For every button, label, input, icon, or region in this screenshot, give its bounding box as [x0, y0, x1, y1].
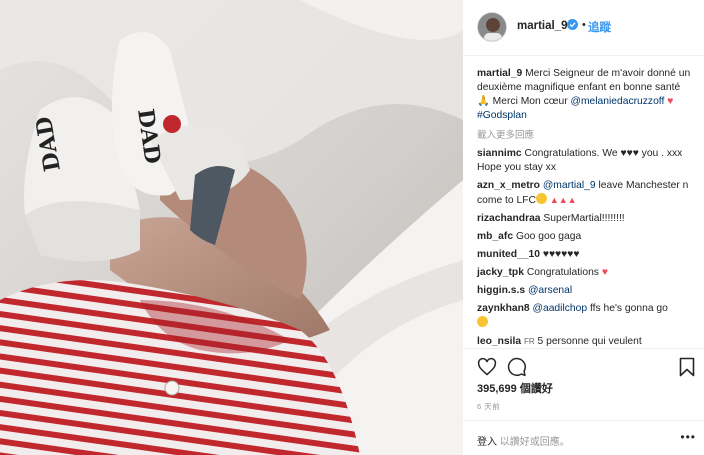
instagram-post: DAD DAD martial_9 • 追蹤 martial_9 Merci S…	[0, 0, 704, 455]
login-prompt-text: 以讚好或回應。	[499, 437, 570, 448]
comment-item: mb_afc Goo goo gaga	[477, 230, 694, 244]
comment-text: ♥♥♥♥♥♥	[542, 249, 580, 260]
avatar-image	[478, 13, 506, 41]
post-caption: martial_9 Merci Seigneur de m'avoir donn…	[477, 67, 694, 123]
avatar[interactable]	[477, 12, 507, 42]
comments-list[interactable]: martial_9 Merci Seigneur de m'avoir donn…	[463, 56, 704, 348]
comment-text: SuperMartial!!!!!!!!	[543, 213, 625, 224]
comment-mention[interactable]: @arsenal	[528, 285, 572, 296]
comment-text: ffs he's gonna go	[589, 303, 668, 314]
comment-mention[interactable]: @aadilchop	[533, 303, 588, 314]
load-more-comments[interactable]: 載入更多回應	[477, 127, 694, 141]
comment-username[interactable]: mb_afc	[477, 231, 513, 242]
comment-item: jacky_tpk Congratulations ♥	[477, 266, 694, 280]
caption-hashtag[interactable]: #Godsplan	[477, 110, 527, 121]
post-photo[interactable]: DAD DAD	[0, 0, 463, 455]
likes-number: 395,699	[477, 383, 517, 395]
heart-icon[interactable]	[477, 357, 497, 377]
caption-username[interactable]: martial_9	[477, 68, 522, 79]
baby-feet-photo: DAD DAD	[0, 0, 463, 455]
likes-label: 個讚好	[519, 383, 553, 395]
comment-item: munited__10 ♥♥♥♥♥♥	[477, 248, 694, 262]
post-header: martial_9 • 追蹤	[463, 0, 704, 56]
comment-username[interactable]: leo_nsila	[477, 336, 521, 347]
add-comment-section: 登入 以讚好或回應。 •••	[463, 420, 704, 455]
follow-button[interactable]: 追蹤	[588, 19, 611, 35]
comment-item: leo_nsila FR 5 personne qui veulent	[477, 335, 694, 348]
post-timestamp[interactable]: 6 天前	[477, 401, 500, 412]
comment-username[interactable]: zaynkhan8	[477, 303, 530, 314]
more-options-icon[interactable]: •••	[680, 430, 696, 444]
login-link[interactable]: 登入	[477, 437, 497, 448]
comment-text: 5 personne qui veulent	[537, 336, 642, 347]
login-prompt: 登入 以讚好或回應。	[477, 433, 570, 448]
red-triangle-icon: ▲▲▲	[549, 195, 577, 205]
comment-username[interactable]: azn_x_metro	[477, 180, 540, 191]
comment-username[interactable]: rizachandraa	[477, 213, 541, 224]
comment-username[interactable]: siannimc	[477, 148, 522, 159]
caption-mention[interactable]: @melaniedacruzzoff	[571, 96, 665, 107]
post-side-panel: martial_9 • 追蹤 martial_9 Merci Seigneur …	[463, 0, 704, 455]
likes-count[interactable]: 395,699 個讚好	[477, 380, 553, 396]
laughing-face-icon	[477, 316, 488, 327]
comment-mention[interactable]: @martial_9	[543, 180, 596, 191]
comment-text: Goo goo gaga	[515, 231, 582, 242]
comment-username[interactable]: jacky_tpk	[477, 267, 524, 278]
comment-item: rizachandraa SuperMartial!!!!!!!!	[477, 212, 694, 226]
comment-username[interactable]: higgin.s.s	[477, 285, 525, 296]
comment-username[interactable]: munited__10	[477, 249, 540, 260]
language-tag: FR	[523, 337, 535, 346]
comment-item: higgin.s.s @arsenal	[477, 284, 694, 298]
bookmark-icon[interactable]	[679, 357, 695, 377]
header-separator: •	[582, 19, 586, 31]
comment-item: zaynkhan8 @aadilchop ffs he's gonna go	[477, 302, 694, 331]
action-bar	[463, 348, 704, 380]
comment-text: Congratulations	[526, 267, 599, 278]
comment-item: azn_x_metro @martial_9 leave Manchester …	[477, 179, 694, 208]
red-heart-icon: ♥	[601, 267, 608, 278]
post-author-username[interactable]: martial_9	[517, 20, 568, 32]
comment-item: siannimc Congratulations. We ♥♥♥ you . x…	[477, 147, 694, 175]
comment-icon[interactable]	[507, 357, 527, 377]
smiling-face-icon	[535, 193, 547, 204]
red-heart-icon: ♥	[667, 96, 674, 107]
verified-badge-icon	[567, 19, 578, 30]
